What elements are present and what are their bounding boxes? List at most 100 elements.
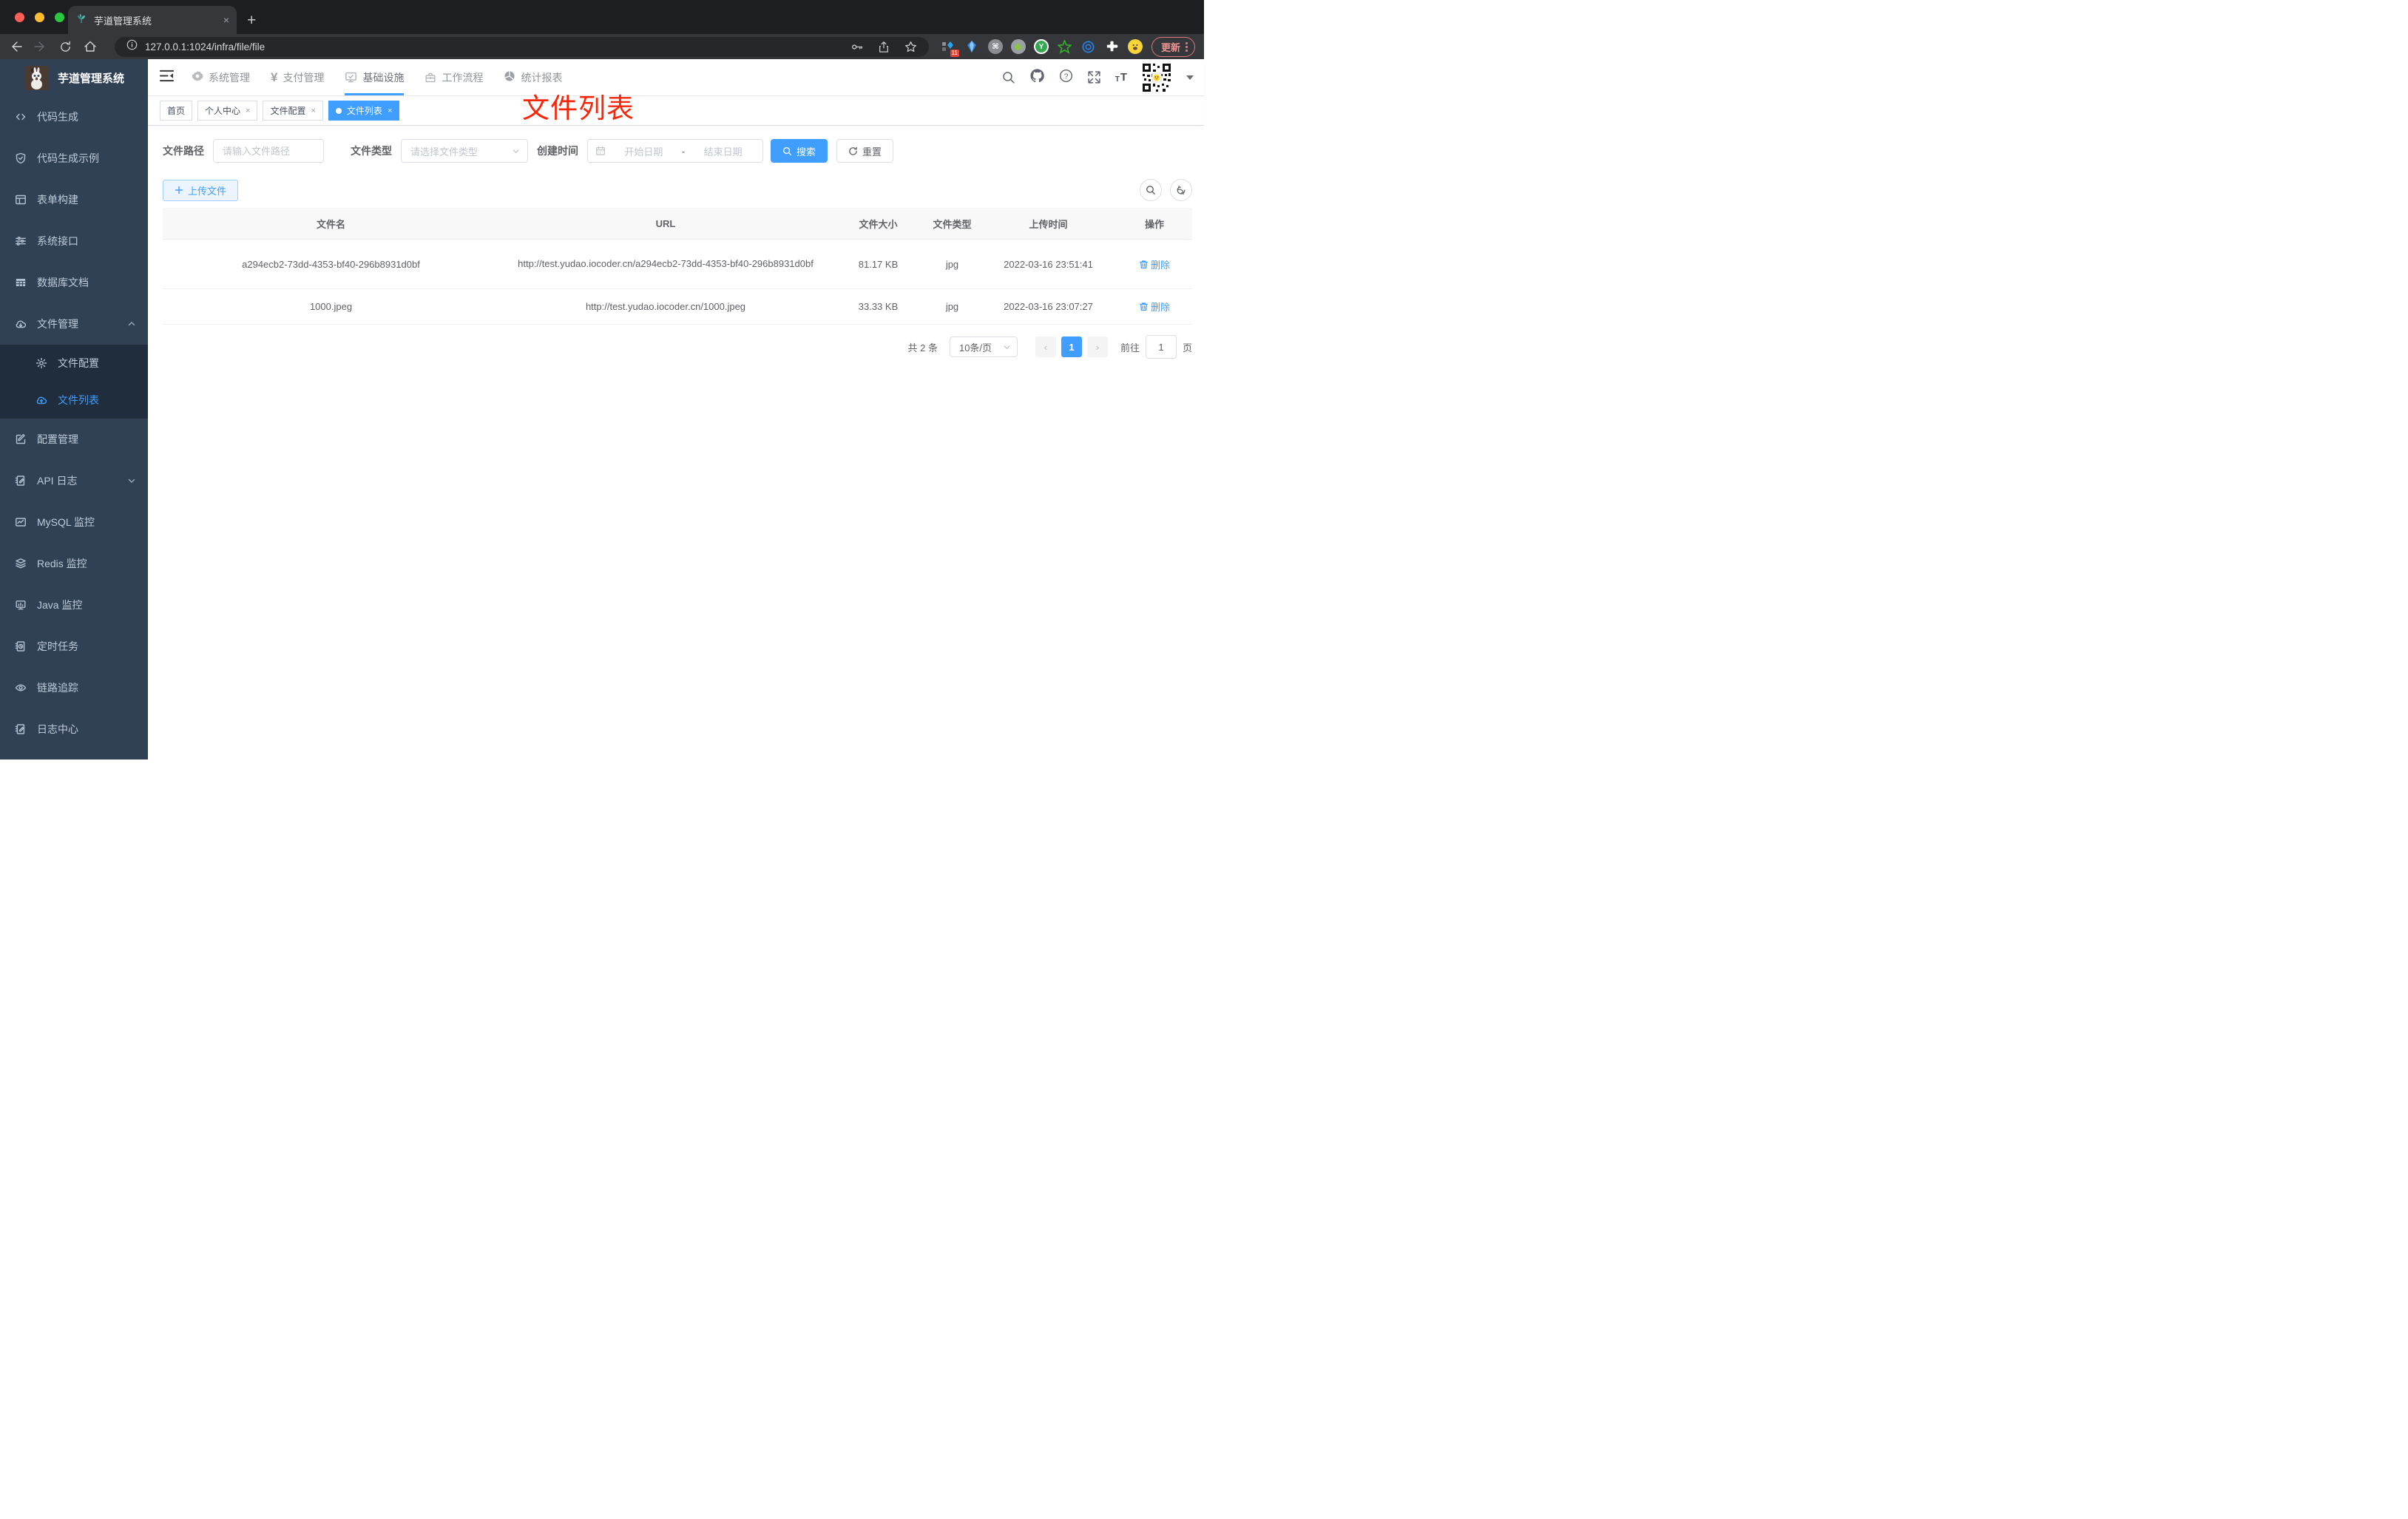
pinned-extension-icon[interactable]: 11 — [941, 39, 959, 57]
site-info-icon[interactable] — [126, 39, 138, 54]
avatar-caret-icon[interactable] — [1186, 75, 1194, 80]
font-size-icon[interactable]: TT — [1115, 71, 1127, 84]
chevron-down-icon — [127, 476, 136, 485]
sidebar-item-java-monitor[interactable]: Java 监控 — [0, 584, 148, 626]
browser-update-button[interactable]: 更新 — [1151, 36, 1195, 57]
sidebar-item-config-management[interactable]: 配置管理 — [0, 419, 148, 460]
forward-icon[interactable] — [34, 40, 47, 53]
date-separator: - — [681, 145, 686, 157]
page-size-select[interactable]: 10条/页 — [949, 336, 1018, 357]
active-tag-dot — [335, 107, 342, 114]
plus-icon — [175, 186, 183, 194]
tag-file-list[interactable]: 文件列表 × — [328, 101, 400, 121]
help-icon[interactable]: ? — [1059, 69, 1073, 87]
reset-button[interactable]: 重置 — [836, 139, 894, 163]
sidebar-item-scheduled-tasks[interactable]: 定时任务 — [0, 626, 148, 667]
delete-button[interactable]: 删除 — [1139, 257, 1170, 271]
top-item-payment[interactable]: ¥ 支付管理 — [271, 59, 324, 95]
sidebar-item-tracing[interactable]: 链路追踪 — [0, 667, 148, 708]
file-path-input[interactable] — [213, 139, 324, 163]
sidebar-item-api-log[interactable]: API 日志 — [0, 460, 148, 501]
yen-icon: ¥ — [271, 70, 278, 84]
close-icon[interactable]: × — [388, 106, 392, 115]
sidebar-item-file-config[interactable]: 文件配置 — [0, 345, 148, 382]
sidebar-item-log-center[interactable]: 日志中心 — [0, 708, 148, 750]
tag-file-config[interactable]: 文件配置 × — [263, 101, 323, 121]
star-extension-icon[interactable] — [1057, 39, 1072, 55]
refresh-icon — [1176, 185, 1186, 195]
sidebar-item-file-list[interactable]: 文件列表 — [0, 382, 148, 419]
avatar-qr-code[interactable] — [1141, 61, 1172, 93]
delete-button[interactable]: 删除 — [1139, 300, 1170, 314]
password-key-icon[interactable] — [850, 41, 863, 53]
tag-profile[interactable]: 个人中心 × — [197, 101, 258, 121]
browser-menu-icon[interactable] — [1186, 41, 1188, 52]
tab-close-icon[interactable]: × — [223, 14, 229, 26]
sidebar-item-file-management[interactable]: 文件管理 — [0, 303, 148, 345]
cell-file-name: 1000.jpeg — [309, 301, 353, 312]
sidebar-item-db-doc[interactable]: 数据库文档 — [0, 262, 148, 303]
code-icon — [15, 111, 27, 123]
extensions-row: 11 ⌘ Y — [941, 39, 1143, 57]
search-button[interactable]: 搜索 — [771, 139, 828, 163]
sidebar-item-mysql-monitor[interactable]: MySQL 监控 — [0, 501, 148, 543]
url-text[interactable]: 127.0.0.1:1024/infra/file/file — [145, 41, 265, 53]
tag-home[interactable]: 首页 — [160, 101, 193, 121]
sidebar-item-form-builder[interactable]: 表单构建 — [0, 179, 148, 220]
close-icon[interactable]: × — [311, 106, 315, 115]
y-extension-icon[interactable]: Y — [1033, 39, 1049, 54]
chevron-up-icon — [127, 319, 136, 328]
top-item-reports[interactable]: 统计报表 — [504, 59, 562, 95]
sidebar-logo-row[interactable]: 芋道管理系统 — [0, 59, 148, 96]
file-type-select[interactable]: 请选择文件类型 — [401, 139, 528, 163]
puzzle-extensions-icon[interactable] — [1104, 39, 1120, 55]
sidebar-fold-icon[interactable] — [159, 70, 175, 86]
top-item-infrastructure[interactable]: 基础设施 — [345, 59, 405, 95]
refresh-table-button[interactable] — [1170, 179, 1192, 201]
bookmark-star-icon[interactable] — [904, 41, 917, 53]
url-bar[interactable]: 127.0.0.1:1024/infra/file/file — [115, 36, 929, 57]
file-type-label: 文件类型 — [351, 145, 392, 157]
browser-tab[interactable]: 芋道管理系统 × — [68, 6, 237, 34]
github-icon[interactable] — [1029, 68, 1045, 87]
balloon-extension-icon[interactable] — [964, 39, 980, 55]
browser-tabstrip: 芋道管理系统 × + — [0, 0, 1204, 34]
top-item-workflow[interactable]: 工作流程 — [425, 59, 483, 95]
current-page-button[interactable]: 1 — [1061, 336, 1082, 357]
search-icon[interactable] — [1001, 70, 1015, 84]
close-window-button[interactable] — [15, 13, 24, 22]
emoji-extension-icon[interactable] — [1127, 39, 1143, 54]
header-actions: 操作 — [1144, 218, 1164, 230]
upload-file-button[interactable]: 上传文件 — [163, 179, 239, 201]
next-page-button[interactable]: › — [1086, 336, 1108, 357]
camera-extension-icon[interactable] — [1010, 39, 1026, 54]
home-icon[interactable] — [84, 40, 97, 53]
pagination-total: 共 2 条 — [907, 342, 938, 353]
top-item-system[interactable]: 系统管理 — [192, 59, 250, 95]
close-icon[interactable]: × — [246, 106, 250, 115]
new-tab-button[interactable]: + — [247, 13, 256, 28]
window-controls[interactable] — [15, 13, 64, 22]
prev-page-button[interactable]: ‹ — [1035, 336, 1056, 357]
chevron-down-icon — [1003, 343, 1011, 351]
zoom-window-button[interactable] — [55, 13, 64, 22]
chart-monitor-icon — [15, 516, 27, 528]
minimize-window-button[interactable] — [35, 13, 44, 22]
share-icon[interactable] — [878, 41, 890, 53]
sidebar-item-code-generation[interactable]: 代码生成 — [0, 96, 148, 138]
reload-icon[interactable] — [59, 41, 72, 53]
eye-extension-icon[interactable] — [1080, 39, 1096, 55]
rabbit-logo — [24, 65, 49, 90]
sidebar-item-system-api[interactable]: 系统接口 — [0, 220, 148, 262]
goto-page-input[interactable] — [1145, 335, 1177, 359]
date-start-placeholder[interactable]: 开始日期 — [612, 144, 676, 158]
command-extension-icon[interactable]: ⌘ — [987, 39, 1003, 54]
sidebar-item-redis-monitor[interactable]: Redis 监控 — [0, 543, 148, 584]
date-end-placeholder[interactable]: 结束日期 — [691, 144, 755, 158]
sidebar-item-code-example[interactable]: 代码生成示例 — [0, 138, 148, 179]
back-icon[interactable] — [9, 40, 22, 53]
cloud-download-icon — [15, 318, 27, 330]
fullscreen-icon[interactable] — [1087, 70, 1101, 84]
toggle-search-button[interactable] — [1140, 179, 1162, 201]
date-range-picker[interactable]: 开始日期 - 结束日期 — [587, 139, 763, 163]
